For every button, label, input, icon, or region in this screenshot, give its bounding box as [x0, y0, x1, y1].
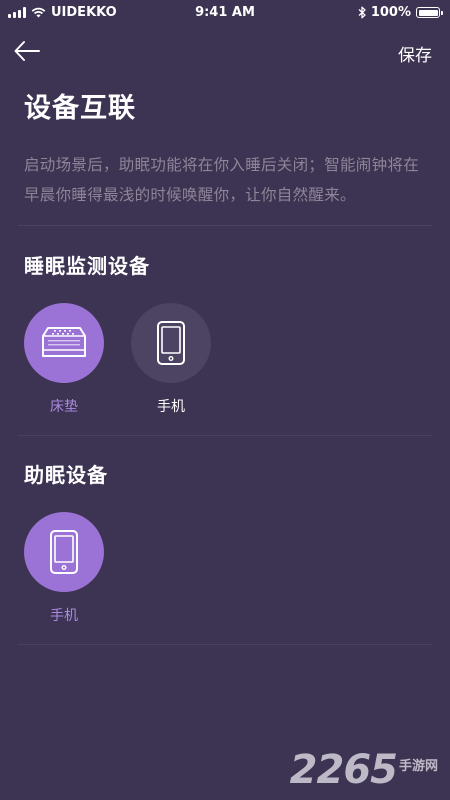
nav-bar: 保存 — [0, 30, 450, 74]
watermark-logo: 2265 手游网 — [290, 750, 438, 790]
device-circle — [24, 303, 104, 383]
device-circle — [131, 303, 211, 383]
divider — [18, 435, 432, 436]
phone-icon — [50, 530, 78, 574]
back-arrow-icon — [14, 41, 40, 61]
mattress-icon — [42, 327, 86, 357]
device-phone-aid[interactable]: 手机 — [24, 512, 104, 625]
sleep-monitor-title: 睡眠监测设备 — [24, 254, 150, 278]
device-phone-monitor[interactable]: 手机 — [131, 303, 211, 416]
device-mattress-monitor[interactable]: 床垫 — [24, 303, 104, 416]
device-label: 床垫 — [50, 399, 78, 415]
divider — [18, 225, 432, 226]
save-button[interactable]: 保存 — [398, 41, 432, 66]
status-bar: UIDEKKO 9:41 AM 100% — [0, 0, 450, 26]
watermark-text: 手游网 — [398, 759, 438, 774]
bluetooth-icon — [358, 6, 366, 19]
phone-icon — [157, 321, 185, 365]
status-right: 100% — [358, 5, 443, 20]
divider — [18, 644, 432, 645]
sleep-aid-title: 助眠设备 — [24, 463, 108, 487]
page-title: 设备互联 — [24, 93, 136, 124]
battery-icon — [416, 7, 443, 18]
device-circle — [24, 512, 104, 592]
battery-percent: 100% — [370, 5, 411, 20]
watermark-number: 2265 — [289, 747, 398, 793]
device-label: 手机 — [157, 399, 185, 415]
back-button[interactable] — [12, 36, 48, 66]
page-description: 启动场景后，助眠功能将在你入睡后关闭；智能闹钟将在早晨你睡得最浅的时候唤醒你，让… — [24, 156, 420, 204]
device-label: 手机 — [50, 608, 78, 624]
